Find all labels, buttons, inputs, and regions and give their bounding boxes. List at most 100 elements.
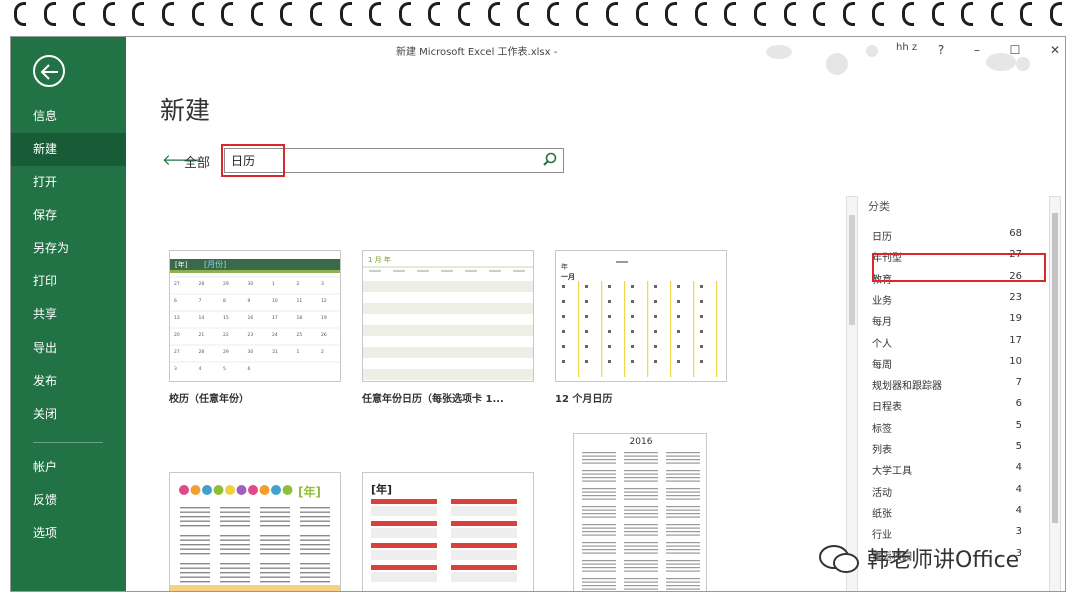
- nav-options[interactable]: 选项: [11, 517, 126, 550]
- category-item[interactable]: 标签 5: [872, 416, 1032, 437]
- day-number: 26: [321, 332, 327, 338]
- help-button[interactable]: ?: [930, 40, 952, 60]
- binder-ring: [221, 2, 234, 26]
- nav-print[interactable]: 打印: [11, 265, 126, 298]
- category-item[interactable]: 列表 5: [872, 437, 1032, 458]
- category-count: 4: [1015, 483, 1022, 495]
- colorful-calendar-grid: [170, 507, 340, 591]
- day-number: 24: [272, 332, 278, 338]
- right-scrollbar-thumb[interactable]: [1052, 213, 1058, 523]
- title-bar: 新建 Microsoft Excel 工作表.xlsx - hh z ? – ☐…: [126, 37, 1065, 75]
- mini-month-row: [582, 473, 616, 475]
- day-dot: [631, 360, 634, 363]
- category-item[interactable]: 活动 4: [872, 480, 1032, 501]
- category-item[interactable]: 每周 10: [872, 352, 1032, 373]
- day-number: 19: [321, 315, 327, 321]
- mini-month-row: [624, 563, 658, 565]
- mini-month-row: [180, 581, 210, 583]
- mini-month-row: [300, 511, 330, 513]
- binder-ring: [576, 2, 589, 26]
- flower-shape: [248, 485, 258, 495]
- category-item[interactable]: 日历 68: [872, 224, 1032, 245]
- close-button[interactable]: ✕: [1044, 40, 1065, 60]
- back-arrow-icon[interactable]: [33, 55, 65, 87]
- template-thumbnail-school-calendar[interactable]: [年] [月份] 27 28 29 30 1 2 3 6 7 8 9 10 11 12 13 14 15 16 17…: [169, 250, 341, 382]
- all-templates-link[interactable]: 全部: [184, 152, 210, 171]
- nav-save-as[interactable]: 另存为: [11, 232, 126, 265]
- mini-month-row: [180, 563, 210, 565]
- nav-export[interactable]: 导出: [11, 332, 126, 365]
- template-label-school-calendar: 校历（任意年份）: [169, 394, 249, 405]
- 12-month-calendar-grid: [562, 261, 718, 377]
- day-number: 20: [174, 332, 180, 338]
- category-count: 10: [1009, 355, 1022, 367]
- minimize-button[interactable]: –: [966, 40, 988, 60]
- template-thumbnail-red-calendar[interactable]: [年]: [362, 472, 534, 591]
- nav-save[interactable]: 保存: [11, 199, 126, 232]
- mini-month-row: [666, 524, 700, 526]
- nav-feedback[interactable]: 反馈: [11, 484, 126, 517]
- category-item[interactable]: 行业 3: [872, 522, 1032, 543]
- category-item[interactable]: 每月 19: [872, 309, 1032, 330]
- binder-ring: [724, 2, 737, 26]
- nav-info[interactable]: 信息: [11, 100, 126, 133]
- mini-month-row: [582, 585, 616, 587]
- category-item[interactable]: 大学工具 4: [872, 458, 1032, 479]
- mini-month-row: [582, 480, 616, 482]
- day-number: 30: [248, 281, 254, 287]
- category-item[interactable]: 规划器和跟踪器 7: [872, 373, 1032, 394]
- template-thumbnail-2016-calendar[interactable]: 2016: [573, 433, 707, 591]
- mini-month-row: [582, 470, 616, 472]
- user-name[interactable]: hh z: [896, 42, 917, 53]
- maximize-button[interactable]: ☐: [1004, 40, 1026, 60]
- category-count: 17: [1009, 334, 1022, 346]
- category-count: 5: [1015, 441, 1022, 452]
- nav-open[interactable]: 打开: [11, 166, 126, 199]
- month-body: [451, 550, 517, 560]
- category-item[interactable]: 个人 17: [872, 331, 1032, 352]
- mini-month-row: [666, 531, 700, 533]
- nav-close[interactable]: 关闭: [11, 398, 126, 431]
- mini-month-row: [582, 491, 616, 493]
- left-scrollbar-thumb[interactable]: [849, 215, 855, 325]
- category-item[interactable]: 业务 23: [872, 288, 1032, 309]
- mini-month-row: [624, 578, 658, 580]
- mini-month-row: [666, 477, 700, 479]
- day-number: 31: [272, 349, 278, 355]
- mini-month-row: [582, 513, 616, 515]
- day-dot: [654, 315, 657, 318]
- template-thumbnail-any-year-calendar[interactable]: 1 月 年: [362, 250, 534, 382]
- binder-ring: [398, 2, 411, 26]
- category-panel: 分类 日历 68 年刊型 27 教育 26 业务 23 每月 19 个人 17 每周 10 规划器和跟踪器 7…: [846, 192, 1061, 591]
- template-thumbnail-12-month-calendar[interactable]: 年 一月: [555, 250, 727, 382]
- left-scrollbar[interactable]: [846, 196, 858, 591]
- flower-shape: [213, 485, 224, 495]
- mini-month-row: [666, 585, 700, 587]
- category-item[interactable]: 日程表 6: [872, 394, 1032, 415]
- binder-ring: [902, 2, 914, 26]
- flower-shape: [179, 485, 189, 495]
- binder-ring: [546, 2, 559, 26]
- nav-share[interactable]: 共享: [11, 298, 126, 331]
- mini-month-row: [624, 542, 658, 544]
- category-count: 6: [1015, 398, 1022, 410]
- category-count: 5: [1015, 419, 1022, 431]
- nav-new[interactable]: 新建: [11, 133, 126, 166]
- category-count: 19: [1009, 313, 1022, 325]
- mini-month-row: [582, 534, 616, 536]
- category-item[interactable]: 纸张 4: [872, 501, 1032, 522]
- right-scrollbar[interactable]: [1049, 196, 1061, 591]
- category-name: 大学工具: [872, 466, 912, 478]
- yellow-bar: [647, 281, 649, 377]
- mini-month-row: [624, 545, 658, 547]
- nav-account[interactable]: 帐户: [11, 451, 126, 484]
- mini-month-row: [180, 544, 210, 546]
- mini-month-row: [582, 509, 616, 511]
- template-thumbnail-colorful-calendar[interactable]: [年]: [169, 472, 341, 591]
- mini-month-row: [260, 548, 290, 550]
- mini-month-row: [624, 585, 658, 587]
- nav-publish[interactable]: 发布: [11, 365, 126, 398]
- binder-ring: [487, 2, 500, 26]
- day-number: 3: [174, 366, 177, 372]
- search-icon[interactable]: [541, 151, 559, 169]
